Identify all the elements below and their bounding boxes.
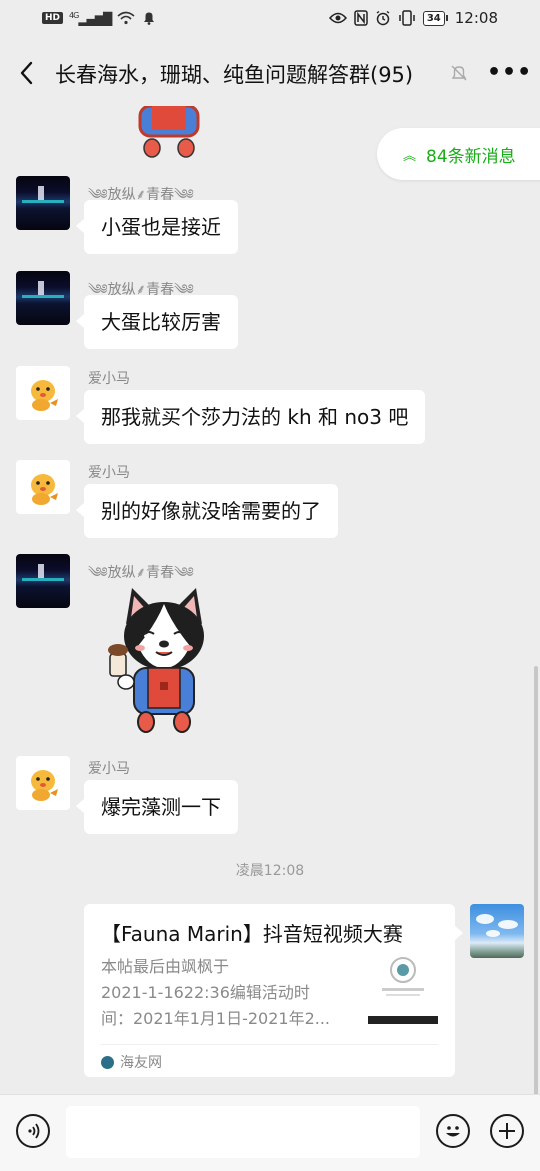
eye-icon <box>328 12 347 24</box>
avatar[interactable] <box>16 366 70 420</box>
plus-button[interactable] <box>490 1114 524 1148</box>
vibrate-icon <box>399 10 415 26</box>
message-bubble[interactable]: 别的好像就没啥需要的了 <box>76 484 338 538</box>
status-bar: HD 4G▂▄▆█ 34 12:08 <box>0 0 540 40</box>
chat-header: 长春海水，珊瑚、纯鱼问题解答群(95) ••• <box>0 40 540 106</box>
message-row: ༄༅放纵⸙青春༄༅ <box>0 554 540 733</box>
dog-sticker[interactable] <box>104 584 224 740</box>
emoji-icon <box>446 1126 460 1137</box>
status-right: 34 12:08 <box>328 9 498 27</box>
voice-button[interactable] <box>16 1114 50 1148</box>
sender-name: 爱小马 <box>88 761 130 777</box>
source-logo-icon <box>101 1055 114 1069</box>
status-left: HD 4G▂▄▆█ <box>42 10 157 26</box>
clock: 12:08 <box>454 9 498 27</box>
emoji-button[interactable] <box>436 1114 470 1148</box>
pikachu-avatar-icon <box>31 380 58 411</box>
message-bubble[interactable]: 爆完藻测一下 <box>76 780 238 834</box>
message-timestamp: 凌晨12:08 <box>235 863 305 879</box>
avatar[interactable] <box>16 756 70 810</box>
avatar[interactable] <box>16 460 70 514</box>
sender-name: 爱小马 <box>88 371 130 387</box>
card-divider <box>101 1044 438 1045</box>
double-chevron-up-icon: ︽ <box>403 148 417 164</box>
message-bubble[interactable]: 大蛋比较厉害 <box>76 295 238 349</box>
card-desc-line: 2021-1-1622:36编辑活动时 <box>101 983 310 1002</box>
nfc-icon <box>354 10 368 26</box>
pikachu-avatar-icon <box>31 474 58 505</box>
unread-messages-button[interactable]: ︽ 84条新消息 <box>377 128 540 180</box>
back-button[interactable] <box>16 58 38 88</box>
plus-icon <box>499 1123 515 1139</box>
link-card[interactable]: 【Fauna Marin】抖音短视频大赛 本帖最后由飒枫于 2021-1-162… <box>84 904 463 1077</box>
notification-bell-icon <box>144 12 155 25</box>
card-description: 本帖最后由飒枫于 2021-1-1622:36编辑活动时 间：2021年1月1日… <box>101 954 351 1032</box>
card-source-name: 海友网 <box>120 1055 162 1071</box>
message-input[interactable] <box>66 1106 420 1158</box>
avatar[interactable] <box>16 271 70 325</box>
more-options-button[interactable]: ••• <box>487 60 532 85</box>
card-desc-line: 间：2021年1月1日-2021年2... <box>101 1009 331 1028</box>
pikachu-avatar-icon <box>31 770 58 801</box>
card-title: 【Fauna Marin】抖音短视频大赛 <box>101 922 403 946</box>
wifi-icon <box>117 11 135 25</box>
avatar[interactable] <box>16 554 70 608</box>
chat-title: 长春海水，珊瑚、纯鱼问题解答群(95) <box>55 63 414 87</box>
unread-count-label: 84条新消息 <box>426 146 516 167</box>
alarm-icon <box>376 10 390 26</box>
battery-level: 34 <box>422 10 445 26</box>
voice-icon <box>28 1123 40 1139</box>
my-avatar[interactable] <box>470 904 524 958</box>
network-label: 4G <box>69 10 79 20</box>
message-bubble[interactable]: 那我就买个莎力法的 kh 和 no3 吧 <box>75 390 426 444</box>
card-thumbnail <box>368 954 438 1024</box>
message-bubble[interactable]: 小蛋也是接近 <box>76 200 238 254</box>
message-row: ༄༅放纵⸙青春༄༅ 大蛋比较厉害 <box>0 271 540 349</box>
card-desc-line: 本帖最后由飒枫于 <box>101 957 230 976</box>
hd-badge: HD <box>42 12 64 24</box>
avatar[interactable] <box>16 176 70 230</box>
battery-icon: 34 <box>422 10 448 26</box>
message-row: ༄༅放纵⸙青春༄༅ 小蛋也是接近 <box>0 176 540 254</box>
sender-name: 爱小马 <box>88 465 130 481</box>
input-bar <box>0 1094 540 1171</box>
mute-bell-icon <box>451 65 467 81</box>
scrollbar[interactable] <box>534 666 538 1096</box>
sticker-fragment <box>138 106 200 158</box>
signal-icon: 4G▂▄▆█ <box>69 10 112 26</box>
card-source: 海友网 <box>101 1052 162 1072</box>
